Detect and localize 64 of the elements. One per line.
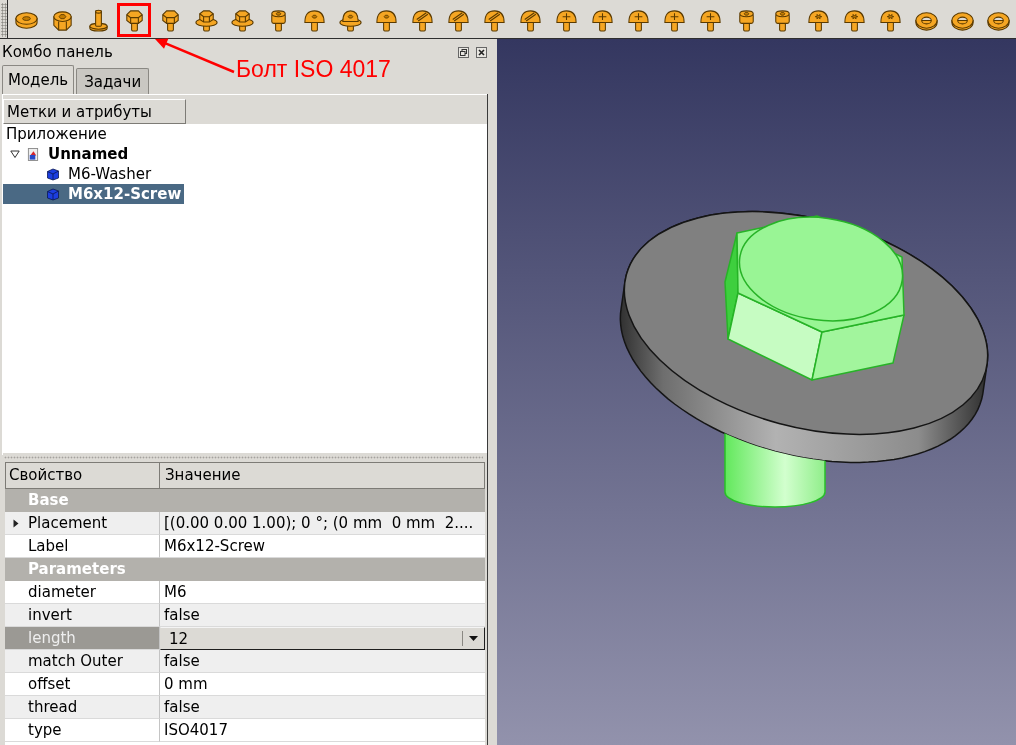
flange-bolt-icon [193, 7, 219, 33]
property-name-cell[interactable]: match Outer [5, 650, 160, 673]
star-screw-icon [805, 7, 831, 33]
property-name-cell[interactable]: diameter [5, 581, 160, 604]
tab[interactable]: Задачи [76, 68, 150, 94]
property-value: 0 mm [164, 675, 208, 693]
property-value: false [164, 606, 200, 624]
column-header: Свойство [6, 463, 160, 488]
property-name: invert [28, 606, 72, 624]
property-name: match Outer [28, 652, 123, 670]
document-icon [27, 147, 39, 161]
cube-icon [47, 187, 59, 201]
slotted-screw-icon [481, 7, 507, 33]
property-value: false [164, 652, 200, 670]
round-screw-icon [373, 7, 399, 33]
restore-icon[interactable] [458, 46, 469, 58]
dropdown-field[interactable]: 12 [160, 627, 485, 650]
tab[interactable]: Модель [2, 65, 75, 94]
callout-label: Болт ISO 4017 [236, 56, 391, 83]
property-name: Placement [28, 514, 108, 532]
property-name: length [28, 629, 76, 647]
caret-icon [469, 636, 478, 641]
property-name: Label [28, 537, 69, 555]
property-name-cell[interactable]: offset [5, 673, 160, 696]
tree-toggle-icon[interactable] [10, 149, 20, 159]
property-name: thread [28, 698, 78, 716]
slotted-screw-icon [517, 7, 543, 33]
tree-item[interactable]: M6x12-Screw [3, 184, 185, 204]
panel-title: Комбо панель [2, 43, 113, 61]
property-name-cell[interactable]: invert [5, 604, 160, 627]
cross-screw-icon [589, 7, 615, 33]
cross-screw-icon [661, 7, 687, 33]
tree-item[interactable]: Приложение [3, 124, 110, 144]
property-value: false [164, 698, 200, 716]
property-value: M6x12-Screw [164, 537, 265, 555]
property-name-cell[interactable]: Label [5, 535, 160, 558]
property-name-cell[interactable]: type [5, 719, 160, 742]
property-name-cell[interactable]: Placement [5, 512, 160, 535]
tree-item[interactable]: M6-Washer [3, 164, 155, 184]
cube-icon [47, 167, 59, 181]
property-value: ISO4017 [164, 721, 228, 739]
cross-screw-icon [553, 7, 579, 33]
cross-screw-icon [697, 7, 723, 33]
property-value: M6 [164, 583, 187, 601]
expand-arrow-icon[interactable] [13, 518, 19, 528]
slotted-screw-icon [445, 7, 471, 33]
close-icon[interactable] [476, 46, 487, 58]
property-name-cell[interactable]: thread [5, 696, 160, 719]
property-name: diameter [28, 583, 96, 601]
flange-bolt-icon [229, 7, 255, 33]
property-name: offset [28, 675, 71, 693]
star-screw-icon [877, 7, 903, 33]
flange-screw-icon [337, 7, 363, 33]
slotted-screw-icon [409, 7, 435, 33]
cross-screw-icon [625, 7, 651, 33]
toolbar-button[interactable] [117, 3, 151, 37]
property-value: [(0.00 0.00 1.00); 0 °; (0 mm 0 mm 2.... [164, 514, 474, 532]
labels-button[interactable]: Метки и атрибуты [3, 99, 186, 124]
star-screw-icon [841, 7, 867, 33]
property-name: type [28, 721, 62, 739]
round-screw-icon [301, 7, 327, 33]
tree-item[interactable]: Unnamed [3, 144, 132, 164]
column-header: Значение [164, 465, 242, 486]
toolbar-handle[interactable] [1, 3, 8, 37]
